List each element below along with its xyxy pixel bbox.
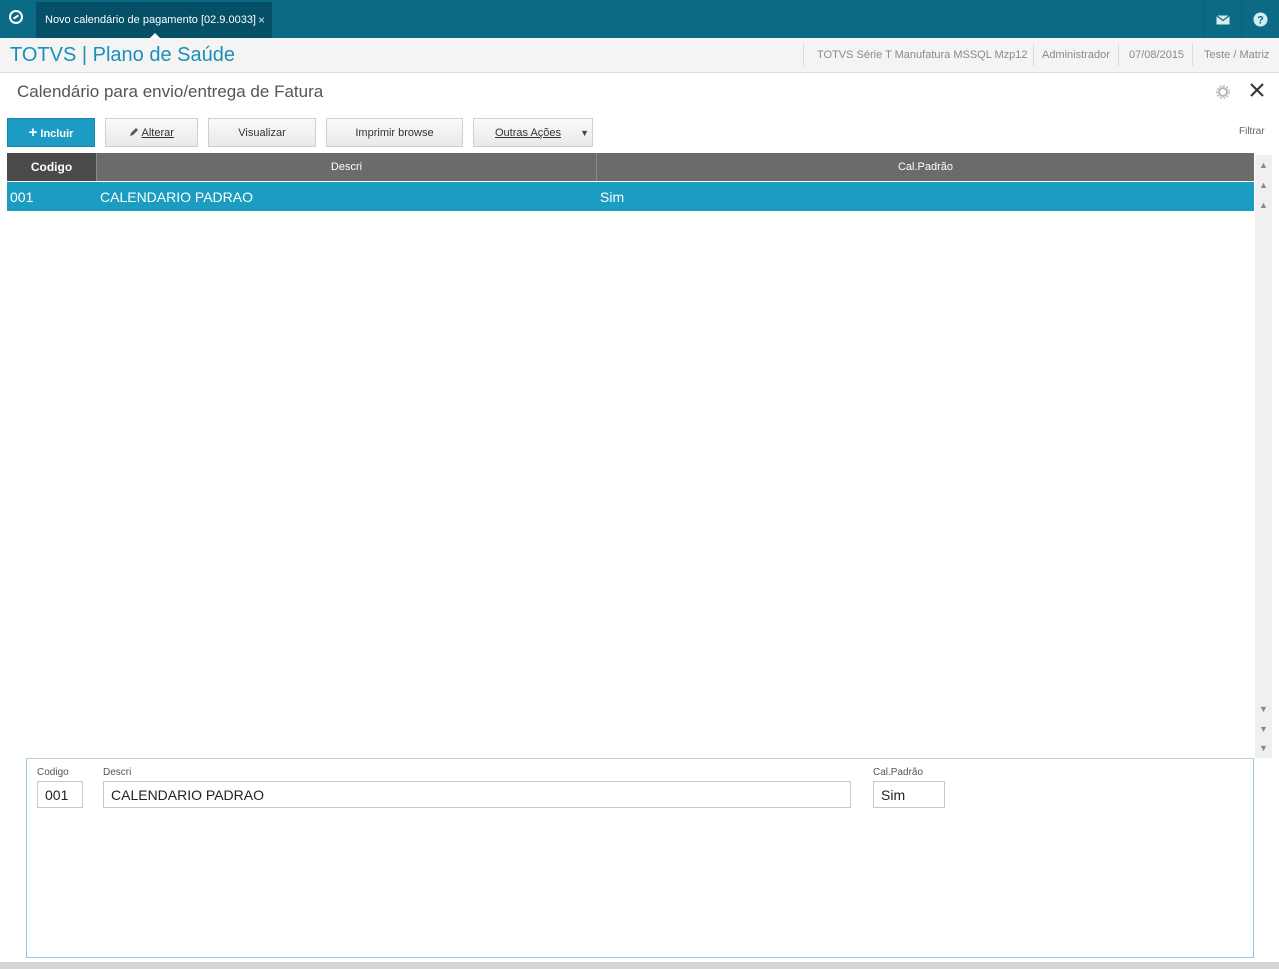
- cell-codigo[interactable]: 001: [10, 189, 33, 205]
- scroll-top-icon[interactable]: ▲: [1257, 157, 1270, 173]
- codigo-label: Codigo: [37, 767, 69, 778]
- app-title: TOTVS | Plano de Saúde: [10, 44, 235, 66]
- cell-cal-padrao[interactable]: Sim: [600, 189, 624, 205]
- alterar-button[interactable]: Alterar: [105, 118, 198, 147]
- column-header-descri[interactable]: Descri: [97, 153, 597, 181]
- page-title: Calendário para envio/entrega de Fatura: [17, 82, 324, 101]
- mail-icon[interactable]: [1204, 0, 1241, 38]
- header-divider: [1192, 44, 1193, 66]
- descri-field[interactable]: CALENDARIO PADRAO: [103, 781, 851, 808]
- tab-label: Novo calendário de pagamento [02.9.0033]: [45, 14, 256, 26]
- environment-info: TOTVS Série T Manufatura MSSQL Mzp12: [817, 49, 1028, 61]
- help-icon[interactable]: ?: [1241, 0, 1278, 38]
- scroll-page-up-icon[interactable]: ▲: [1257, 177, 1270, 193]
- cell-descri[interactable]: CALENDARIO PADRAO: [100, 189, 253, 205]
- header-divider: [1033, 44, 1034, 66]
- user-info[interactable]: Administrador: [1042, 48, 1110, 64]
- tab-close-icon[interactable]: ×: [258, 13, 265, 27]
- scroll-down-icon[interactable]: ▼: [1257, 701, 1270, 717]
- scroll-up-icon[interactable]: ▲: [1257, 197, 1270, 213]
- cal-padrao-field[interactable]: Sim: [873, 781, 945, 808]
- plus-icon: +: [28, 124, 38, 141]
- visualizar-label: Visualizar: [238, 127, 286, 139]
- visualizar-button[interactable]: Visualizar: [208, 118, 316, 147]
- svg-text:?: ?: [1257, 15, 1264, 27]
- descri-label: Descri: [103, 767, 132, 778]
- outras-label: Outras Ações: [495, 127, 562, 139]
- header-divider: [803, 44, 804, 66]
- alterar-label: Alterar: [141, 127, 174, 139]
- chevron-down-icon: ▼: [580, 128, 589, 138]
- taskbar-strip: [0, 962, 1279, 969]
- gear-icon[interactable]: [1216, 85, 1230, 102]
- column-header-cal-padrao[interactable]: Cal.Padrão: [597, 153, 1254, 181]
- date-info[interactable]: 07/08/2015: [1129, 48, 1184, 64]
- incluir-button[interactable]: + Incluir: [7, 118, 95, 147]
- totvs-logo-icon[interactable]: [9, 10, 23, 24]
- scroll-bottom-icon[interactable]: ▼: [1257, 740, 1270, 756]
- tab-novo-calendario[interactable]: Novo calendário de pagamento [02.9.0033]…: [36, 2, 272, 39]
- outras-acoes-button[interactable]: Outras Ações ▼: [473, 118, 593, 147]
- column-header-codigo[interactable]: Codigo: [7, 153, 97, 181]
- close-icon[interactable]: [1250, 80, 1264, 103]
- imprimir-label: Imprimir browse: [355, 127, 434, 139]
- scroll-page-down-icon[interactable]: ▼: [1257, 721, 1270, 737]
- pencil-icon: [129, 127, 141, 139]
- incluir-label: Incluir: [40, 128, 74, 140]
- vertical-scrollbar[interactable]: [1255, 155, 1272, 758]
- cal-padrao-label: Cal.Padrão: [873, 767, 924, 778]
- imprimir-browse-button[interactable]: Imprimir browse: [326, 118, 463, 147]
- header-divider: [1118, 44, 1119, 66]
- filtrar-link[interactable]: Filtrar: [1239, 126, 1265, 137]
- company-info[interactable]: Teste / Matriz: [1204, 48, 1269, 64]
- codigo-field[interactable]: 001: [37, 781, 83, 808]
